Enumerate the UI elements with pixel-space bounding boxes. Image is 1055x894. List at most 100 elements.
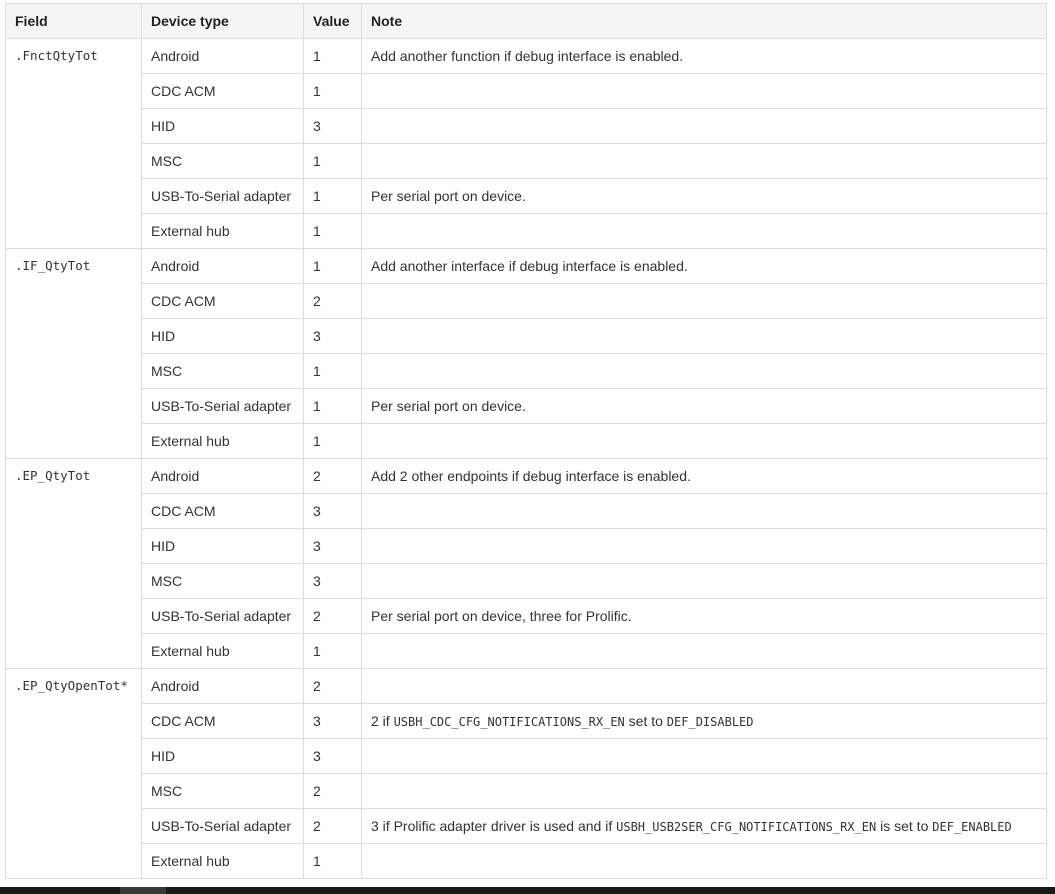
value-cell: 3 [303, 563, 362, 599]
value-cell: 1 [303, 213, 362, 249]
device-type-cell: Android [141, 38, 304, 74]
table-row: CDC ACM 3 2 if USBH_CDC_CFG_NOTIFICATIONS_… [6, 703, 1047, 739]
note-cell [361, 738, 1047, 774]
note-cell [361, 528, 1047, 564]
device-type-cell: USB-To-Serial adapter [141, 808, 304, 844]
table-row: MSC 1 [6, 353, 1047, 389]
value-cell: 3 [303, 108, 362, 144]
device-type-cell: MSC [141, 353, 304, 389]
table-row: USB-To-Serial adapter 1 Per serial port on… [6, 388, 1047, 424]
note-cell [361, 668, 1047, 704]
value-cell: 3 [303, 318, 362, 354]
value-cell: 3 [303, 703, 362, 739]
table-row: External hub 1 [6, 633, 1047, 669]
device-type-cell: External hub [141, 843, 304, 879]
device-type-cell: USB-To-Serial adapter [141, 178, 304, 214]
note-cell [361, 213, 1047, 249]
value-cell: 2 [303, 773, 362, 809]
note-cell [361, 563, 1047, 599]
device-type-cell: MSC [141, 143, 304, 179]
value-cell: 1 [303, 143, 362, 179]
device-type-cell: MSC [141, 773, 304, 809]
value-cell: 2 [303, 598, 362, 634]
value-cell: 3 [303, 528, 362, 564]
table-row: MSC 1 [6, 143, 1047, 179]
device-type-cell: External hub [141, 633, 304, 669]
value-cell: 2 [303, 283, 362, 319]
note-code-fragment: USBH_USB2SER_CFG_NOTIFICATIONS_RX_EN [616, 820, 877, 834]
field-table-container: Field Device type Value Note .FnctQtyTot… [5, 3, 1047, 879]
note-cell [361, 73, 1047, 109]
note-cell [361, 283, 1047, 319]
note-cell [361, 423, 1047, 459]
note-cell [361, 318, 1047, 354]
value-cell: 1 [303, 353, 362, 389]
table-row: .EP_QtyOpenTot* Android 2 [5, 668, 1047, 879]
table-row: .FnctQtyTot Android 1 Add another function … [5, 38, 1047, 249]
device-type-cell: HID [141, 738, 304, 774]
header-field: Field [5, 3, 142, 39]
field-name-cell: .IF_QtyTot [5, 248, 142, 459]
value-cell: 3 [303, 493, 362, 529]
field-name-cell: .EP_QtyOpenTot* [5, 668, 142, 879]
device-type-cell: Android [141, 248, 304, 284]
device-type-cell: USB-To-Serial adapter [141, 388, 304, 424]
table-row: .EP_QtyTot Android 2 Add 2 other endpoints … [5, 458, 1047, 669]
value-cell: 1 [303, 423, 362, 459]
table-row: HID 3 [6, 528, 1047, 564]
note-cell: Per serial port on device. [361, 178, 1047, 214]
note-cell [361, 353, 1047, 389]
table-header-row: Field Device type Value Note [5, 3, 1047, 39]
note-cell [361, 773, 1047, 809]
scrollbar-thumb[interactable] [120, 887, 166, 894]
table-row: USB-To-Serial adapter 2 Per serial port on… [6, 598, 1047, 634]
note-cell: Per serial port on device. [361, 388, 1047, 424]
note-cell [361, 633, 1047, 669]
device-type-cell: HID [141, 318, 304, 354]
table-row: CDC ACM 3 [6, 493, 1047, 529]
note-cell [361, 843, 1047, 879]
device-type-cell: External hub [141, 423, 304, 459]
device-type-cell: Android [141, 458, 304, 494]
note-text-fragment: set to [624, 713, 667, 729]
value-cell: 2 [303, 668, 362, 704]
device-type-cell: External hub [141, 213, 304, 249]
note-text-fragment: 3 if Prolific adapter driver is used and… [371, 818, 617, 834]
value-cell: 1 [303, 38, 362, 74]
note-cell: Add another interface if debug interface… [361, 248, 1047, 284]
table-row: MSC 2 [6, 773, 1047, 809]
table-row: External hub 1 [6, 843, 1047, 879]
note-cell: Per serial port on device, three for Pro… [361, 598, 1047, 634]
note-cell: 2 if USBH_CDC_CFG_NOTIFICATIONS_RX_EN se… [361, 703, 1047, 739]
value-cell: 1 [303, 843, 362, 879]
bottom-scrollbar[interactable] [0, 887, 1055, 894]
value-cell: 2 [303, 458, 362, 494]
value-cell: 1 [303, 248, 362, 284]
table-body: .FnctQtyTot Android 1 Add another function … [5, 38, 1047, 879]
device-type-cell: CDC ACM [141, 283, 304, 319]
field-table: Field Device type Value Note .FnctQtyTot… [5, 3, 1047, 879]
table-row: External hub 1 [6, 423, 1047, 459]
note-cell [361, 108, 1047, 144]
note-code-fragment: USBH_CDC_CFG_NOTIFICATIONS_RX_EN [393, 715, 625, 729]
device-type-cell: HID [141, 528, 304, 564]
header-note: Note [361, 3, 1047, 39]
table-row: HID 3 [6, 738, 1047, 774]
table-row: USB-To-Serial adapter 1 Per serial port on… [6, 178, 1047, 214]
table-row: .IF_QtyTot Android 1 Add another interface … [5, 248, 1047, 459]
value-cell: 1 [303, 633, 362, 669]
note-text-fragment: 2 if [371, 713, 394, 729]
device-type-cell: HID [141, 108, 304, 144]
value-cell: 1 [303, 73, 362, 109]
note-cell [361, 493, 1047, 529]
device-type-cell: CDC ACM [141, 493, 304, 529]
note-code-fragment: DEF_ENABLED [932, 820, 1012, 834]
table-row: USB-To-Serial adapter 2 3 if Prolific adap… [6, 808, 1047, 844]
table-row: MSC 3 [6, 563, 1047, 599]
value-cell: 1 [303, 388, 362, 424]
note-cell: 3 if Prolific adapter driver is used and… [361, 808, 1047, 844]
table-row: HID 3 [6, 108, 1047, 144]
value-cell: 1 [303, 178, 362, 214]
field-name-cell: .FnctQtyTot [5, 38, 142, 249]
note-code-fragment: DEF_DISABLED [666, 715, 754, 729]
